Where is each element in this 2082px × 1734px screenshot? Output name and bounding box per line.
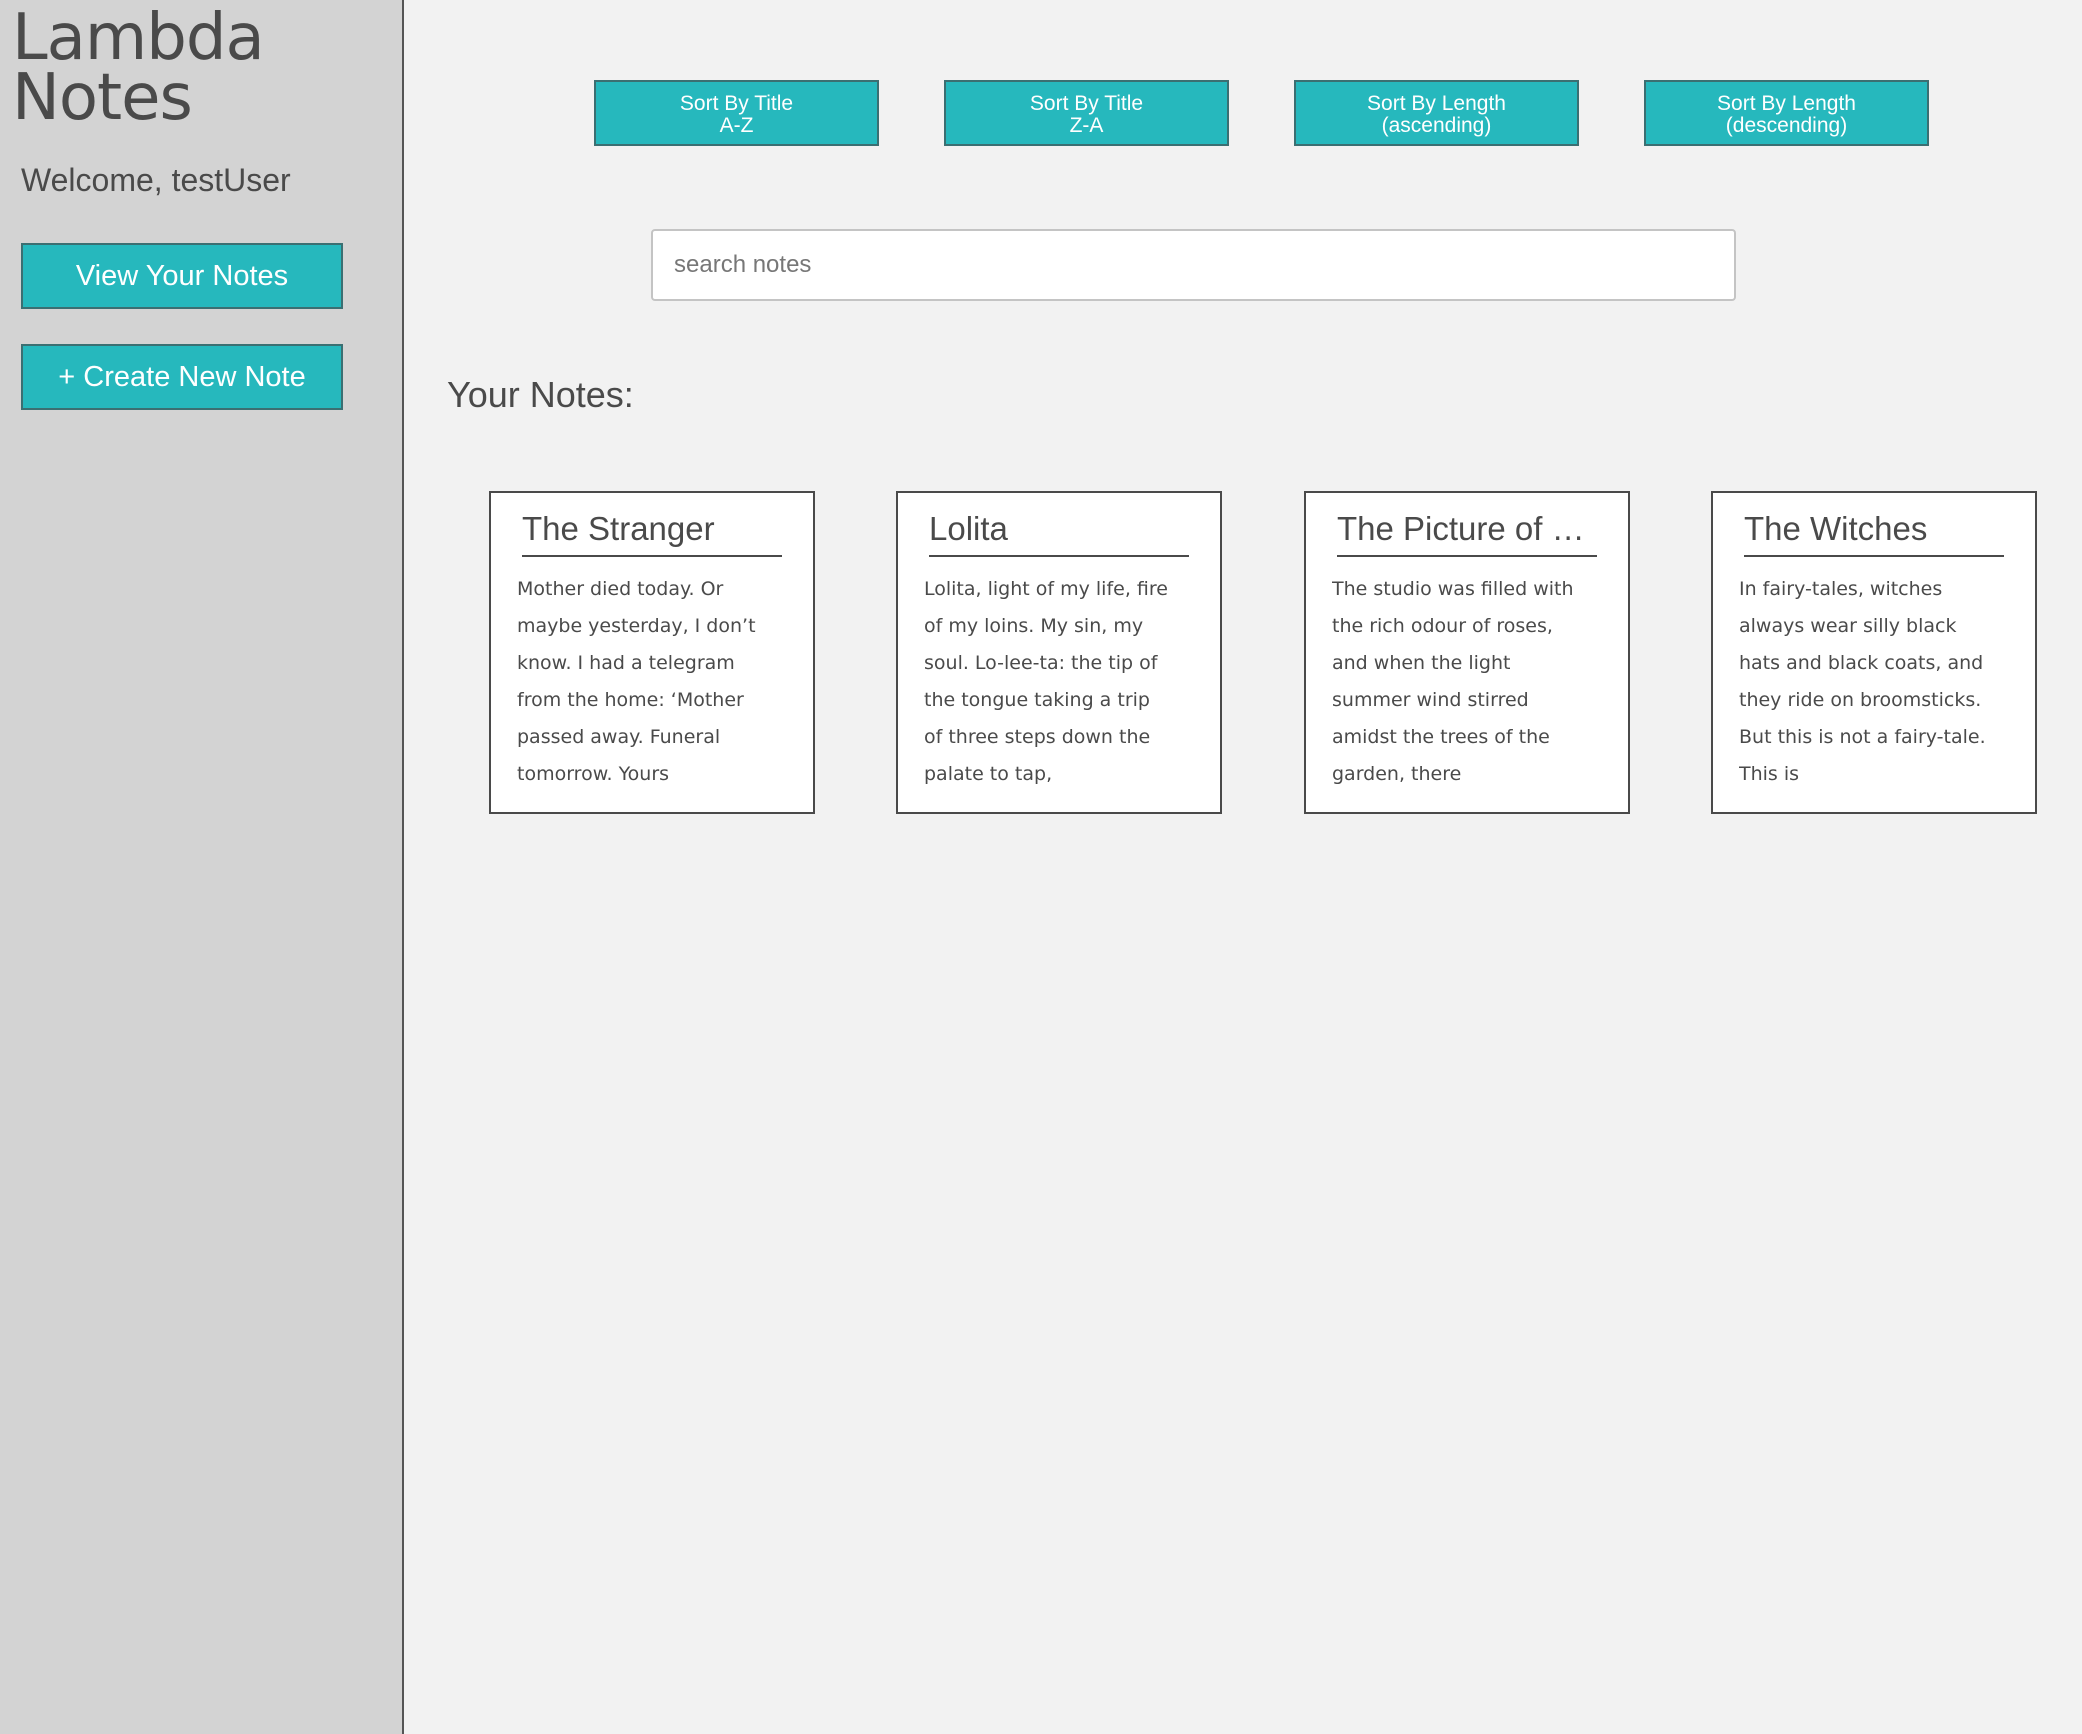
search-input[interactable] [651, 229, 1736, 301]
note-excerpt: In fairy-tales, witches always wear sill… [1739, 578, 1986, 785]
sort-length-descending-button[interactable]: Sort By Length (descending) [1644, 80, 1929, 146]
app: Lambda Notes Welcome, testUser View Your… [0, 0, 2082, 1734]
sort-button-label: Sort By Length [1367, 92, 1506, 115]
note-title: The Witches [1744, 509, 2004, 557]
sort-title-az-button[interactable]: Sort By Title A-Z [594, 80, 879, 146]
note-excerpt: Mother died today. Or maybe yesterday, I… [517, 578, 756, 785]
note-card[interactable]: The Picture of D... The studio was fille… [1304, 491, 1630, 814]
sort-button-sublabel: (descending) [1725, 114, 1848, 137]
sort-title-za-button[interactable]: Sort By Title Z-A [944, 80, 1229, 146]
create-note-button[interactable]: + Create New Note [21, 344, 343, 410]
sort-button-sublabel: A-Z [719, 114, 754, 137]
sort-length-ascending-button[interactable]: Sort By Length (ascending) [1294, 80, 1579, 146]
note-card[interactable]: Lolita Lolita, light of my life, fire of… [896, 491, 1222, 814]
sort-button-sublabel: Z-A [1069, 114, 1104, 137]
sort-button-sublabel: (ascending) [1381, 114, 1492, 137]
note-card[interactable]: The Stranger Mother died today. Or maybe… [489, 491, 815, 814]
app-title-line2: Notes [12, 61, 193, 135]
welcome-message: Welcome, testUser [21, 162, 291, 198]
note-title: The Picture of D... [1337, 509, 1597, 557]
note-title: Lolita [929, 509, 1189, 557]
notes-heading: Your Notes: [447, 374, 634, 415]
sort-button-label: Sort By Title [679, 92, 794, 115]
note-excerpt: Lolita, light of my life, fire of my loi… [924, 578, 1168, 785]
sort-button-label: Sort By Title [1029, 92, 1144, 115]
note-card[interactable]: The Witches In fairy-tales, witches alwa… [1711, 491, 2037, 814]
view-notes-button[interactable]: View Your Notes [21, 243, 343, 309]
app-title-line1: Lambda [12, 1, 265, 75]
app-title: Lambda Notes [12, 1, 265, 135]
sidebar: Lambda Notes Welcome, testUser View Your… [0, 0, 404, 1734]
note-title: The Stranger [522, 509, 782, 557]
note-excerpt: The studio was filled with the rich odou… [1332, 578, 1574, 785]
sort-button-label: Sort By Length [1717, 92, 1856, 115]
